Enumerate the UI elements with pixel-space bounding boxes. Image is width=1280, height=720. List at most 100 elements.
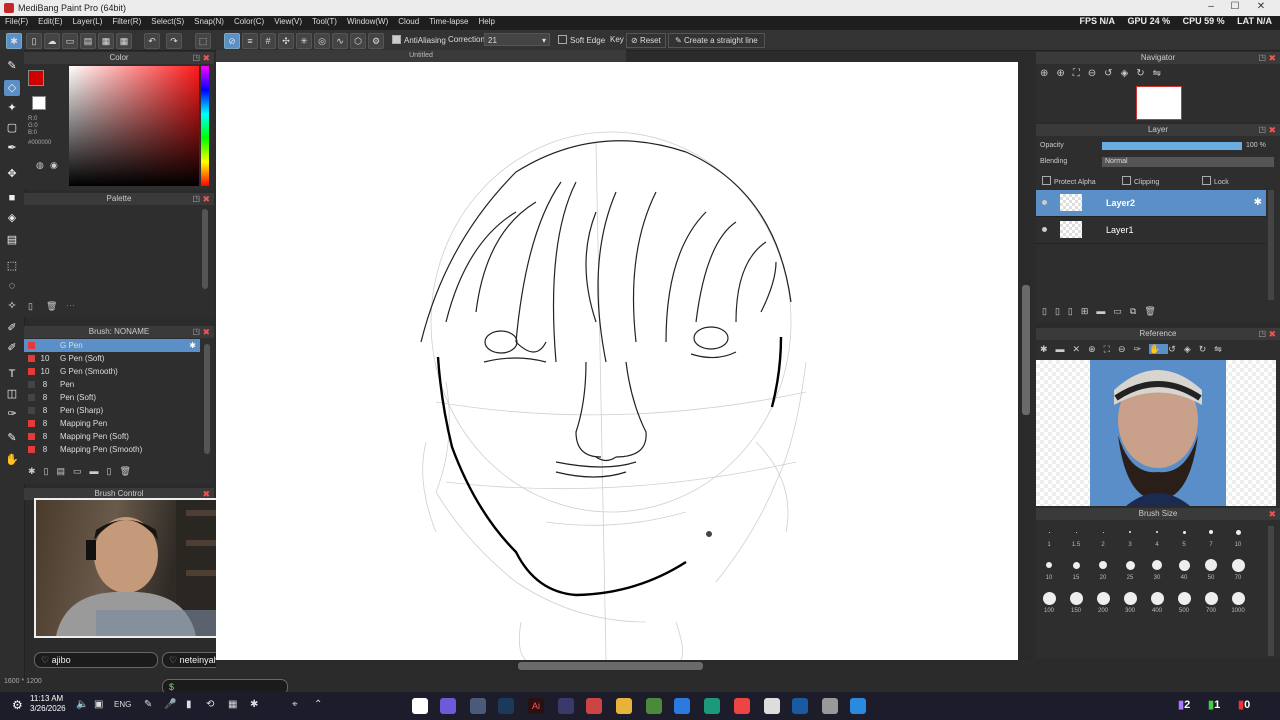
snap-grid-icon[interactable]: # bbox=[260, 33, 276, 49]
brush-item[interactable]: 8 Pen (Soft) bbox=[24, 391, 200, 404]
illustrator-app-icon[interactable]: Ai bbox=[528, 698, 544, 714]
palette-add-icon[interactable]: ▯ bbox=[28, 301, 33, 312]
flip-icon[interactable]: ⇋ bbox=[1214, 344, 1230, 354]
brush-tool-icon[interactable]: ✎ bbox=[4, 58, 20, 74]
brush-size-option[interactable]: 7 bbox=[1198, 524, 1224, 548]
reference-image-area[interactable] bbox=[1036, 360, 1276, 506]
pen-icon[interactable]: ✎ bbox=[144, 699, 152, 710]
export-icon[interactable]: ▤ bbox=[80, 33, 96, 49]
playstation-app-icon[interactable] bbox=[792, 698, 808, 714]
brush-duplicate-icon[interactable]: ▯ bbox=[107, 466, 120, 476]
bluetooth-icon[interactable]: ✱ bbox=[250, 699, 258, 710]
layer-row[interactable]: Layer1 bbox=[1036, 217, 1266, 244]
menu-layer[interactable]: Layer(L) bbox=[68, 16, 108, 26]
dot-tool-icon[interactable]: ✦ bbox=[4, 100, 20, 116]
menu-tool[interactable]: Tool(T) bbox=[307, 16, 342, 26]
eyedropper-small-icon[interactable]: ◉ bbox=[50, 160, 58, 171]
magic-wand-icon[interactable]: ✧ bbox=[4, 298, 20, 314]
hue-slider[interactable] bbox=[201, 66, 209, 186]
brush-size-option[interactable]: 200 bbox=[1090, 590, 1116, 614]
lock-toggle[interactable]: Lock bbox=[1202, 176, 1229, 186]
navigator-thumbnail[interactable] bbox=[1136, 86, 1182, 120]
snap-3d-icon[interactable]: ⬡ bbox=[350, 33, 366, 49]
soft-edge-toggle[interactable]: Soft Edge bbox=[558, 35, 605, 45]
zoom-out-icon[interactable]: ⊖ bbox=[1118, 344, 1134, 354]
brush-item[interactable]: 8 Mapping Pen (Smooth) bbox=[24, 443, 200, 456]
brush-settings-icon[interactable]: ✱ bbox=[28, 466, 44, 476]
menu-file[interactable]: File(F) bbox=[0, 16, 33, 26]
fit-icon[interactable]: ⛶ bbox=[1104, 344, 1118, 354]
settings-app-icon[interactable] bbox=[470, 698, 486, 714]
brush-size-option[interactable]: 15 bbox=[1063, 557, 1089, 581]
palette-delete-icon[interactable]: 🗑 bbox=[46, 301, 57, 312]
chrome-app-icon[interactable] bbox=[412, 698, 428, 714]
snap-parallel-icon[interactable]: ≡ bbox=[242, 33, 258, 49]
brush-size-option[interactable]: 10 bbox=[1036, 557, 1062, 581]
rotate-left-icon[interactable]: ↺ bbox=[1104, 68, 1120, 79]
menu-filter[interactable]: Filter(R) bbox=[107, 16, 146, 26]
move-tool-icon[interactable]: ✥ bbox=[4, 166, 20, 182]
brush-size-option[interactable]: 40 bbox=[1171, 557, 1197, 581]
close-icon[interactable]: ✖ bbox=[202, 193, 210, 205]
antialiasing-toggle[interactable]: AntiAliasing bbox=[392, 35, 446, 45]
brush-size-option[interactable]: 25 bbox=[1117, 557, 1143, 581]
menu-window[interactable]: Window(W) bbox=[342, 16, 393, 26]
folder-app-icon[interactable] bbox=[616, 698, 632, 714]
new-8bit-layer-icon[interactable]: ▯ bbox=[1055, 306, 1068, 316]
layer-row[interactable]: Layer2 ✱ bbox=[1036, 190, 1266, 217]
brush-size-option[interactable]: 400 bbox=[1144, 590, 1170, 614]
brush-size-option[interactable]: 30 bbox=[1144, 557, 1170, 581]
horizontal-scroll-thumb[interactable] bbox=[518, 662, 703, 670]
start-menu-icon[interactable] bbox=[850, 698, 866, 714]
brush-size-option[interactable]: 10 bbox=[1225, 524, 1251, 548]
text-tool-icon[interactable]: T bbox=[4, 366, 20, 382]
expand-icon[interactable]: ◳ bbox=[1258, 124, 1266, 136]
grid-icon[interactable]: ▦ bbox=[116, 33, 132, 49]
settings-icon[interactable]: ✱ bbox=[1040, 344, 1056, 354]
close-icon[interactable]: ✖ bbox=[202, 326, 210, 338]
close-icon[interactable]: ✖ bbox=[1268, 124, 1276, 136]
app-icon[interactable] bbox=[558, 698, 574, 714]
brush-item[interactable]: 10 G Pen (Smooth) bbox=[24, 365, 200, 378]
rotate-right-icon[interactable]: ↻ bbox=[1136, 68, 1152, 79]
expand-icon[interactable]: ◳ bbox=[192, 52, 200, 64]
steam-app-icon[interactable] bbox=[498, 698, 514, 714]
straight-line-button[interactable]: ✎ Create a straight line bbox=[668, 33, 765, 48]
new-layer-icon[interactable]: ▯ bbox=[1042, 306, 1055, 316]
gradient-tool-icon[interactable]: ▤ bbox=[4, 232, 20, 248]
clock[interactable]: 11:13 AM 3/26/2026 bbox=[30, 694, 66, 714]
reset-view-icon[interactable]: ◈ bbox=[1121, 68, 1137, 79]
zoom-out-icon[interactable]: ⊖ bbox=[1088, 68, 1104, 79]
maximize-button[interactable]: ☐ bbox=[1224, 1, 1246, 12]
select-tool-icon[interactable]: ⬚ bbox=[4, 258, 20, 274]
folder-icon[interactable]: ▬ bbox=[1096, 306, 1113, 316]
snap-off-icon[interactable]: ⊘ bbox=[224, 33, 240, 49]
brush-size-option[interactable]: 1000 bbox=[1225, 590, 1251, 614]
brush-list-scrollbar[interactable] bbox=[204, 344, 210, 454]
bucket-tool-icon[interactable]: ◈ bbox=[4, 210, 20, 226]
brush-add-icon[interactable]: ▯ bbox=[44, 466, 57, 476]
cloud-icon[interactable]: ☁ bbox=[44, 33, 60, 49]
eyedropper-icon[interactable]: ✑ bbox=[1134, 344, 1150, 354]
sync-icon[interactable]: ⟲ bbox=[206, 699, 214, 710]
brush-delete-icon[interactable]: 🗑 bbox=[119, 466, 138, 476]
brush-copy-icon[interactable]: ▭ bbox=[73, 466, 90, 476]
gear-icon[interactable]: ✱ bbox=[6, 33, 22, 49]
brush-size-scrollbar[interactable] bbox=[1268, 526, 1274, 656]
menu-edit[interactable]: Edit(E) bbox=[33, 16, 67, 26]
xbox-app-icon[interactable] bbox=[704, 698, 720, 714]
primary-color-swatch[interactable] bbox=[28, 70, 44, 86]
network-icon[interactable]: ▦ bbox=[228, 699, 237, 710]
expand-icon[interactable]: ◳ bbox=[1258, 328, 1266, 340]
brush-size-option[interactable]: 3 bbox=[1117, 524, 1143, 548]
minimize-button[interactable]: – bbox=[1200, 1, 1222, 12]
vertical-scroll-thumb[interactable] bbox=[1022, 285, 1030, 415]
blending-select[interactable]: Normal bbox=[1102, 157, 1274, 167]
new-1bit-layer-icon[interactable]: ▯ bbox=[1068, 306, 1081, 316]
snap-radial-icon[interactable]: ✳ bbox=[296, 33, 312, 49]
settings-icon[interactable]: ⚙ bbox=[12, 698, 23, 712]
rotate-left-icon[interactable]: ↺ bbox=[1168, 344, 1184, 354]
close-image-icon[interactable]: ✕ bbox=[1073, 344, 1089, 354]
badge-1[interactable]: ▮2 bbox=[1178, 698, 1190, 711]
drawing-canvas[interactable] bbox=[216, 62, 1018, 661]
